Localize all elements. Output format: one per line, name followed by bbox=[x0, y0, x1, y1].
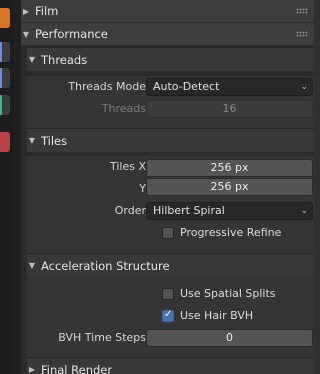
threads-mode-row: Threads Mode Auto-Detect ⌄ bbox=[27, 76, 314, 98]
bvh-time-steps-row: BVH Time Steps 0 bbox=[27, 327, 314, 349]
tiles-order-dropdown[interactable]: Hilbert Spiral ⌄ bbox=[146, 202, 313, 220]
subpanel-title-threads: Threads bbox=[41, 52, 88, 67]
progressive-refine-row[interactable]: Progressive Refine bbox=[27, 222, 314, 244]
chevron-down-icon: ⌄ bbox=[300, 206, 308, 216]
panel-header-performance[interactable]: ▼ Performance bbox=[21, 23, 314, 45]
expanded-caret-icon: ▼ bbox=[22, 29, 30, 39]
bvh-time-steps-field[interactable]: 0 bbox=[146, 329, 313, 347]
panel-header-film[interactable]: ▶ Film bbox=[21, 0, 314, 22]
tiles-x-row: Tiles X 256 px bbox=[27, 156, 314, 178]
progressive-refine-checkbox[interactable] bbox=[162, 227, 174, 239]
spatial-splits-row[interactable]: Use Spatial Splits bbox=[27, 283, 314, 305]
expanded-caret-icon: ▼ bbox=[28, 136, 36, 145]
bvh-time-steps-label: BVH Time Steps bbox=[58, 331, 146, 344]
render-properties-panel: ▶ Film ▼ Performance ▼ Threads Threads M… bbox=[21, 0, 314, 374]
subpanel-header-final-render[interactable]: ▶ Final Render bbox=[27, 357, 314, 374]
subpanel-header-tiles[interactable]: ▼ Tiles bbox=[27, 128, 314, 152]
subpanel-title-acceleration: Acceleration Structure bbox=[41, 258, 170, 273]
properties-tab-strip bbox=[0, 0, 14, 374]
tiles-order-row: Order Hilbert Spiral ⌄ bbox=[27, 200, 314, 222]
drag-grip-icon[interactable] bbox=[296, 8, 308, 14]
panel-title-performance: Performance bbox=[35, 27, 108, 41]
expanded-caret-icon: ▼ bbox=[28, 261, 36, 270]
subpanel-header-acceleration[interactable]: ▼ Acceleration Structure bbox=[27, 253, 314, 277]
panel-title-film: Film bbox=[35, 4, 59, 18]
spatial-splits-label: Use Spatial Splits bbox=[180, 287, 276, 300]
tiles-y-label: Y bbox=[139, 182, 146, 195]
object-tab-icon[interactable] bbox=[0, 8, 10, 28]
subpanel-title-final-render: Final Render bbox=[41, 362, 113, 374]
accel-spacer-bottom bbox=[27, 349, 314, 357]
threads-spacer bbox=[27, 120, 314, 128]
particles-tab-icon[interactable] bbox=[0, 68, 10, 88]
drag-grip-icon[interactable] bbox=[296, 31, 308, 37]
chevron-down-icon: ⌄ bbox=[300, 82, 308, 92]
subpanel-title-tiles: Tiles bbox=[41, 133, 68, 148]
tab-gutter bbox=[14, 0, 21, 374]
physics-tab-icon[interactable] bbox=[0, 95, 10, 115]
threads-mode-label: Threads Mode bbox=[68, 80, 146, 93]
tiles-y-field[interactable]: 256 px bbox=[146, 178, 313, 196]
collapsed-caret-icon: ▶ bbox=[22, 6, 30, 16]
tiles-y-row: Y 256 px bbox=[27, 178, 314, 200]
tiles-x-label: Tiles X bbox=[109, 160, 146, 173]
hair-bvh-checkbox[interactable] bbox=[162, 309, 174, 322]
hair-bvh-row[interactable]: Use Hair BVH bbox=[27, 305, 314, 327]
threads-mode-dropdown[interactable]: Auto-Detect ⌄ bbox=[146, 78, 313, 96]
tiles-order-value: Hilbert Spiral bbox=[153, 204, 225, 217]
collapsed-caret-icon: ▶ bbox=[28, 365, 36, 374]
subpanel-header-threads[interactable]: ▼ Threads bbox=[27, 47, 314, 71]
tiles-spacer bbox=[27, 244, 314, 253]
progressive-refine-label: Progressive Refine bbox=[180, 226, 282, 239]
tiles-order-label: Order bbox=[114, 204, 146, 217]
threads-count-row: Threads 16 bbox=[27, 98, 314, 120]
threads-count-field: 16 bbox=[146, 100, 313, 118]
tiles-x-field[interactable]: 256 px bbox=[146, 159, 313, 177]
threads-count-label: Threads bbox=[101, 102, 146, 115]
spatial-splits-checkbox[interactable] bbox=[162, 288, 174, 300]
hair-bvh-label: Use Hair BVH bbox=[180, 309, 254, 322]
threads-mode-value: Auto-Detect bbox=[153, 80, 220, 93]
texture-tab-icon[interactable] bbox=[0, 132, 10, 152]
modifier-tab-icon[interactable] bbox=[0, 42, 10, 62]
expanded-caret-icon: ▼ bbox=[28, 55, 36, 64]
